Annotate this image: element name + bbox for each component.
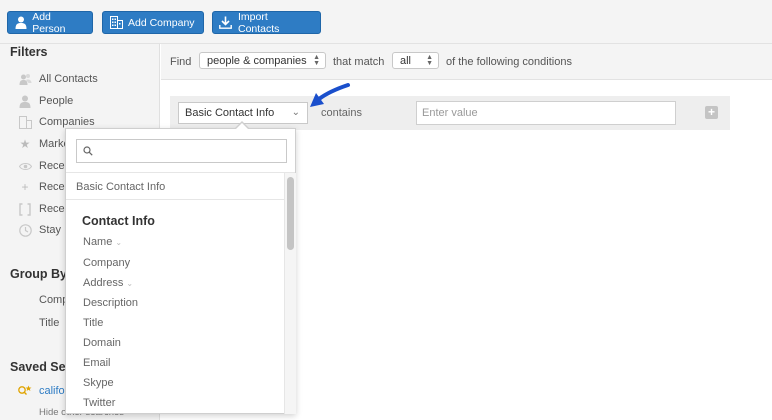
option-label: Email — [83, 357, 111, 369]
updown-arrows-icon: ▲ ▼ — [313, 54, 320, 67]
eye-icon — [18, 159, 32, 173]
group-heading-contact-info: Contact Info — [82, 214, 155, 228]
saved-search-star-icon — [18, 385, 32, 397]
scrollbar-thumb[interactable] — [287, 177, 294, 250]
saved-searches-heading: Saved Se — [10, 360, 66, 374]
search-icon — [83, 146, 93, 159]
add-person-label: Add Person — [32, 10, 66, 35]
option-label: Company — [83, 257, 131, 269]
group-by-heading: Group By — [10, 267, 67, 281]
option-address[interactable]: Address ⌄ — [83, 277, 133, 289]
filters-heading: Filters — [10, 45, 48, 59]
option-label: Address — [83, 277, 124, 289]
sidebar-item-label: All Contacts — [39, 73, 98, 85]
saved-search-label: califo — [39, 385, 65, 397]
option-label: Twitter — [83, 397, 116, 409]
option-twitter[interactable]: Twitter — [83, 397, 115, 409]
sidebar-item-marked[interactable]: ★ Marke — [18, 136, 70, 152]
updown-arrows-icon: ▲ ▼ — [426, 54, 433, 67]
divider — [66, 199, 284, 200]
option-basic-contact-info[interactable]: Basic Contact Info — [76, 181, 165, 193]
add-condition-button[interactable]: + — [705, 106, 718, 119]
divider — [66, 172, 295, 173]
option-title[interactable]: Title — [83, 317, 103, 329]
find-label: Find — [170, 56, 192, 68]
contacts-icon — [18, 72, 32, 86]
option-label: Name — [83, 236, 113, 248]
match-label: that match — [333, 56, 385, 68]
building-icon — [109, 16, 123, 30]
chevron-down-icon: ⌄ — [115, 237, 123, 247]
option-label: Description — [83, 297, 139, 309]
field-select-value: Basic Contact Info — [185, 107, 275, 119]
match-select[interactable]: all ▲ ▼ — [392, 52, 439, 69]
sidebar-item-all-contacts[interactable]: All Contacts — [18, 71, 98, 87]
condition-value-input[interactable] — [416, 101, 676, 125]
add-company-label: Add Company — [128, 16, 195, 29]
option-label: Skype — [83, 377, 114, 389]
option-email[interactable]: Email — [83, 357, 111, 369]
option-description[interactable]: Description — [83, 297, 138, 309]
plus-icon: + — [21, 180, 29, 194]
clock-icon — [18, 223, 32, 237]
dropdown-caret-inner — [235, 123, 249, 130]
import-contacts-button[interactable]: Import Contacts — [212, 10, 321, 35]
group-by-item-company[interactable]: Comp — [39, 294, 68, 306]
field-dropdown: Basic Contact Info Contact Info Name ⌄ C… — [65, 121, 296, 414]
chevron-down-icon: ⌄ — [126, 278, 134, 288]
option-company[interactable]: Company — [83, 257, 130, 269]
dropdown-scrollbar[interactable] — [284, 173, 296, 414]
option-label: Title — [83, 317, 104, 329]
sidebar-item-stay-in-touch[interactable]: Stay I — [18, 222, 67, 238]
add-person-button[interactable]: Add Person — [7, 10, 93, 35]
sidebar-item-people[interactable]: People — [18, 93, 73, 109]
sidebar-item-recently-contacted[interactable]: Recen — [18, 201, 71, 217]
bracket-icon — [18, 202, 32, 216]
person-icon — [18, 94, 32, 108]
annotation-arrow-icon — [310, 83, 350, 107]
condition-row: Basic Contact Info ⌄ contains + — [170, 96, 730, 130]
person-icon — [14, 16, 27, 30]
chevron-down-icon: ⌄ — [291, 107, 300, 118]
group-by-item-title[interactable]: Title — [39, 317, 59, 329]
download-icon — [219, 16, 233, 30]
star-icon: ★ — [19, 137, 31, 151]
sidebar-item-recently-added[interactable]: + Recen — [18, 179, 70, 195]
import-contacts-label: Import Contacts — [237, 10, 280, 35]
add-company-button[interactable]: Add Company — [102, 11, 204, 34]
option-name[interactable]: Name ⌄ — [83, 236, 122, 248]
option-skype[interactable]: Skype — [83, 377, 114, 389]
option-label: Domain — [83, 337, 121, 349]
top-toolbar: Add Person Add Company Import Contacts — [0, 0, 772, 44]
saved-search-item[interactable]: califo — [18, 385, 65, 397]
match-select-value: all — [400, 54, 412, 67]
dropdown-search-box — [76, 139, 287, 163]
sidebar-item-label: Companies — [39, 116, 95, 128]
scope-select[interactable]: people & companies ▲ ▼ — [199, 52, 326, 69]
sidebar-item-recently-viewed[interactable]: Recen — [18, 158, 71, 174]
conditions-tail-label: of the following conditions — [446, 56, 572, 68]
sidebar-item-label: People — [39, 95, 74, 107]
find-bar: Find people & companies ▲ ▼ that match al… — [161, 44, 772, 80]
option-domain[interactable]: Domain — [83, 337, 121, 349]
building-icon — [18, 115, 32, 129]
dropdown-search-input[interactable] — [97, 141, 283, 161]
scope-select-value: people & companies — [207, 54, 307, 67]
sidebar-item-label: Stay I — [39, 224, 68, 236]
